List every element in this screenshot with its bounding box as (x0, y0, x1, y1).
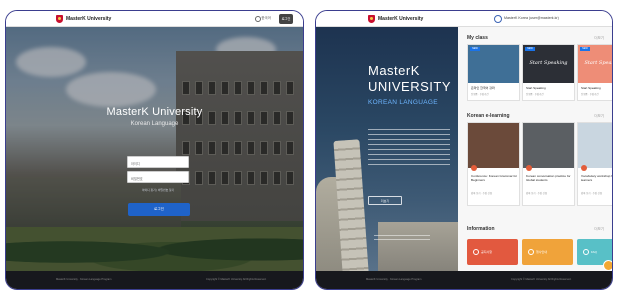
info-icon (473, 249, 479, 255)
my-class-more-link[interactable]: 더보기 (594, 36, 604, 41)
top-bar: MasterK University 한국어 로그인 (6, 11, 303, 27)
cathedral-building (378, 222, 458, 273)
password-input[interactable]: 비밀번호 (127, 171, 189, 183)
footer-info: MasterK University · Korean Language Pro… (56, 278, 112, 281)
course-title: Start Speaking (581, 86, 601, 90)
dashboard-window: MasterK University MasterK Korea (user@m… (315, 10, 613, 290)
globe-icon[interactable] (255, 16, 261, 22)
pin-icon (471, 165, 477, 171)
footer-copyright: Copyright © MasterK University All Right… (511, 278, 572, 281)
course-thumbnail: NEW Start Speaking (578, 45, 612, 83)
user-avatar-icon[interactable] (494, 15, 502, 23)
information-tile-label: 행사안내 (536, 250, 548, 254)
footer: MasterK University · Korean Language Pro… (316, 271, 612, 289)
my-class-heading: My class (467, 35, 488, 41)
language-selector[interactable]: 한국어 (261, 16, 271, 21)
login-button[interactable]: 로그인 (128, 203, 190, 216)
footer: MasterK University · Korean Language Pro… (6, 271, 303, 289)
pin-icon (581, 165, 587, 171)
top-bar: MasterK University MasterK Korea (user@m… (316, 11, 612, 27)
course-thumbnail (523, 123, 574, 168)
course-meta: 강좌 보기 · 수강 신청 (581, 192, 603, 195)
brand-name: MasterK University (378, 16, 424, 22)
find-account-link[interactable]: 아이디 찾기 | 비밀번호 찾기 (142, 188, 174, 192)
information-tile[interactable]: 공지사항 (467, 239, 518, 265)
course-meta: 강좌 보기 · 수강 신청 (471, 192, 493, 195)
information-tile-label: FAQ (591, 250, 598, 254)
course-thumbnail: NEW Start Speaking (523, 45, 574, 83)
course-title: Vocabulary workshop for Korean learners (581, 174, 612, 182)
hero-title-line1: MasterK (368, 63, 420, 78)
background-overlay (6, 27, 303, 273)
login-page-window: MasterK University 한국어 로그인 MasterK Unive… (5, 10, 304, 290)
course-thumbnail (468, 123, 519, 168)
course-title: Korean conversation practice for Global … (526, 174, 571, 182)
my-class-card[interactable]: NEW Start Speaking Start Speaking 진행중 · 수강기… (577, 44, 612, 101)
course-meta: 강좌 보기 · 수강 신청 (526, 192, 548, 195)
course-title: Start Speaking (526, 86, 546, 90)
crest-icon (56, 15, 63, 23)
my-class-card[interactable]: NEW 온라인 한국어 강좌진행중 · 수강기간 (467, 44, 520, 101)
info-icon (528, 249, 534, 255)
hero-title-line3: KOREAN LANGUAGE (368, 99, 438, 106)
course-thumbnail: NEW (468, 45, 519, 83)
course-title: Conference: Korean Grammar for Beginners (471, 174, 518, 182)
course-meta: 진행중 · 수강기간 (471, 93, 489, 96)
thumbnail-caption: Start Speaking (529, 60, 568, 66)
hero-description-lines (368, 129, 450, 169)
pin-icon (526, 165, 532, 171)
elearning-more-link[interactable]: 더보기 (594, 114, 604, 119)
crest-icon (368, 15, 375, 23)
hero-note-lines (374, 235, 430, 243)
id-input[interactable]: 아이디 (127, 156, 189, 168)
footer-info: MasterK University · Korean Language Pro… (366, 278, 422, 281)
course-meta: 진행중 · 수강기간 (581, 93, 599, 96)
chat-float-button[interactable] (603, 260, 612, 271)
login-top-button[interactable]: 로그인 (279, 14, 293, 24)
information-more-link[interactable]: 더보기 (594, 227, 604, 232)
elearning-card[interactable]: Vocabulary workshop for Korean learners 강… (577, 122, 612, 206)
my-class-card[interactable]: NEW Start Speaking Start Speaking 진행중 · 수강기… (522, 44, 575, 101)
brand-name: MasterK University (66, 16, 112, 22)
hero-title-line2: UNIVERSITY (368, 79, 452, 94)
new-badge: NEW (525, 47, 535, 51)
university-logo[interactable]: MasterK University (368, 14, 423, 24)
course-title: 온라인 한국어 강좌 (471, 86, 495, 90)
footer-copyright: Copyright © MasterK University All Right… (206, 278, 267, 281)
page-title: MasterK University (106, 106, 203, 118)
course-thumbnail (578, 123, 612, 168)
new-badge: NEW (580, 47, 590, 51)
page-subtitle: Korean Language (130, 121, 179, 127)
course-meta: 진행중 · 수강기간 (526, 93, 544, 96)
elearning-card[interactable]: Korean conversation practice for Global … (522, 122, 575, 206)
information-tile-label: 공지사항 (481, 250, 493, 254)
new-badge: NEW (470, 47, 480, 51)
elearning-card[interactable]: Conference: Korean Grammar for Beginners… (467, 122, 520, 206)
user-menu[interactable]: MasterK Korea (user@masterk.kr) (504, 16, 559, 20)
thumbnail-caption: Start Speaking (584, 60, 612, 66)
hero-more-button[interactable]: 더보기 (368, 196, 402, 205)
information-heading: Information (467, 226, 495, 232)
info-icon (583, 249, 589, 255)
information-tile[interactable]: 행사안내 (522, 239, 573, 265)
university-logo[interactable]: MasterK University (56, 14, 111, 24)
elearning-heading: Korean e-learning (467, 113, 510, 119)
